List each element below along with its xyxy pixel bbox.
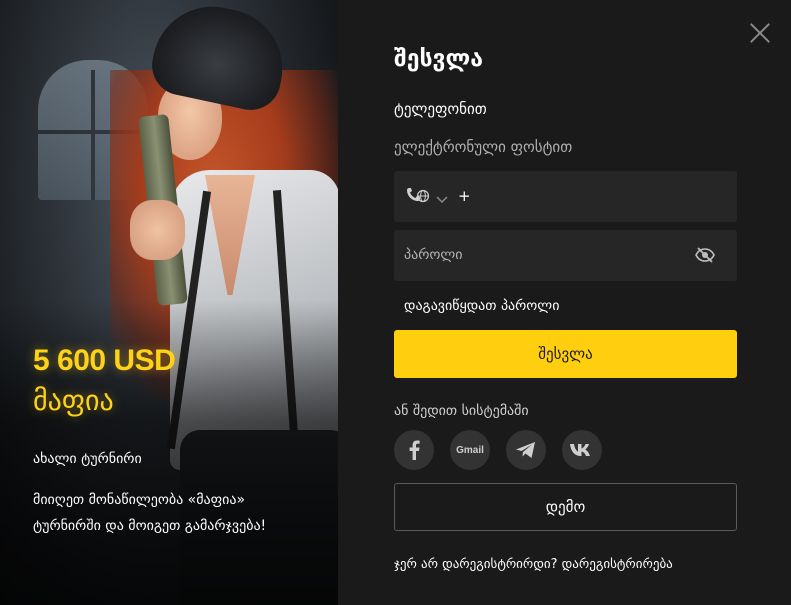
- eye-off-icon[interactable]: [695, 246, 715, 268]
- telegram-icon[interactable]: [506, 430, 546, 470]
- login-form-panel: შესვლა ტელეფონით ელექტრონული ფოსტით + პა…: [338, 0, 791, 605]
- password-placeholder: პაროლი: [404, 247, 463, 263]
- facebook-icon[interactable]: [394, 430, 434, 470]
- login-button[interactable]: შესვლა: [394, 330, 737, 378]
- phone-prefix: +: [458, 187, 471, 205]
- vk-icon[interactable]: [562, 430, 602, 470]
- social-login-list: Gmail: [394, 430, 602, 470]
- promo-description: მიიღეთ მონაწილეობა «მაფია» ტურნირში და მ…: [33, 492, 267, 534]
- promo-panel: 5 600 USD მაფია ახალი ტურნირი მიიღეთ მონ…: [0, 0, 338, 605]
- register-line: ჯერ არ დარეგისტრირდი? დარეგისტრირება: [394, 557, 673, 572]
- phone-field[interactable]: +: [394, 171, 737, 222]
- tab-email[interactable]: ელექტრონული ფოსტით: [394, 138, 572, 156]
- form-title: შესვლა: [394, 46, 483, 72]
- country-code-select[interactable]: [404, 187, 448, 209]
- forgot-password-link[interactable]: დაგავიწყდათ პაროლი: [404, 298, 559, 314]
- close-icon[interactable]: [747, 20, 773, 46]
- register-link[interactable]: დარეგისტრირება: [562, 557, 673, 572]
- chevron-down-icon: [436, 189, 448, 208]
- gmail-icon[interactable]: Gmail: [450, 430, 490, 470]
- login-modal: 5 600 USD მაფია ახალი ტურნირი მიიღეთ მონ…: [0, 0, 791, 605]
- tab-phone[interactable]: ტელეფონით: [394, 100, 487, 118]
- social-login-label: ან შედით სისტემაში: [394, 403, 529, 419]
- password-field[interactable]: პაროლი: [394, 230, 737, 281]
- phone-globe-icon: [404, 187, 430, 209]
- promo-amount: 5 600 USD: [33, 344, 176, 377]
- register-prompt: ჯერ არ დარეგისტრირდი?: [394, 557, 558, 572]
- promo-title: მაფია: [33, 384, 114, 417]
- promo-tag: ახალი ტურნირი: [33, 451, 142, 467]
- demo-button[interactable]: დემო: [394, 483, 737, 531]
